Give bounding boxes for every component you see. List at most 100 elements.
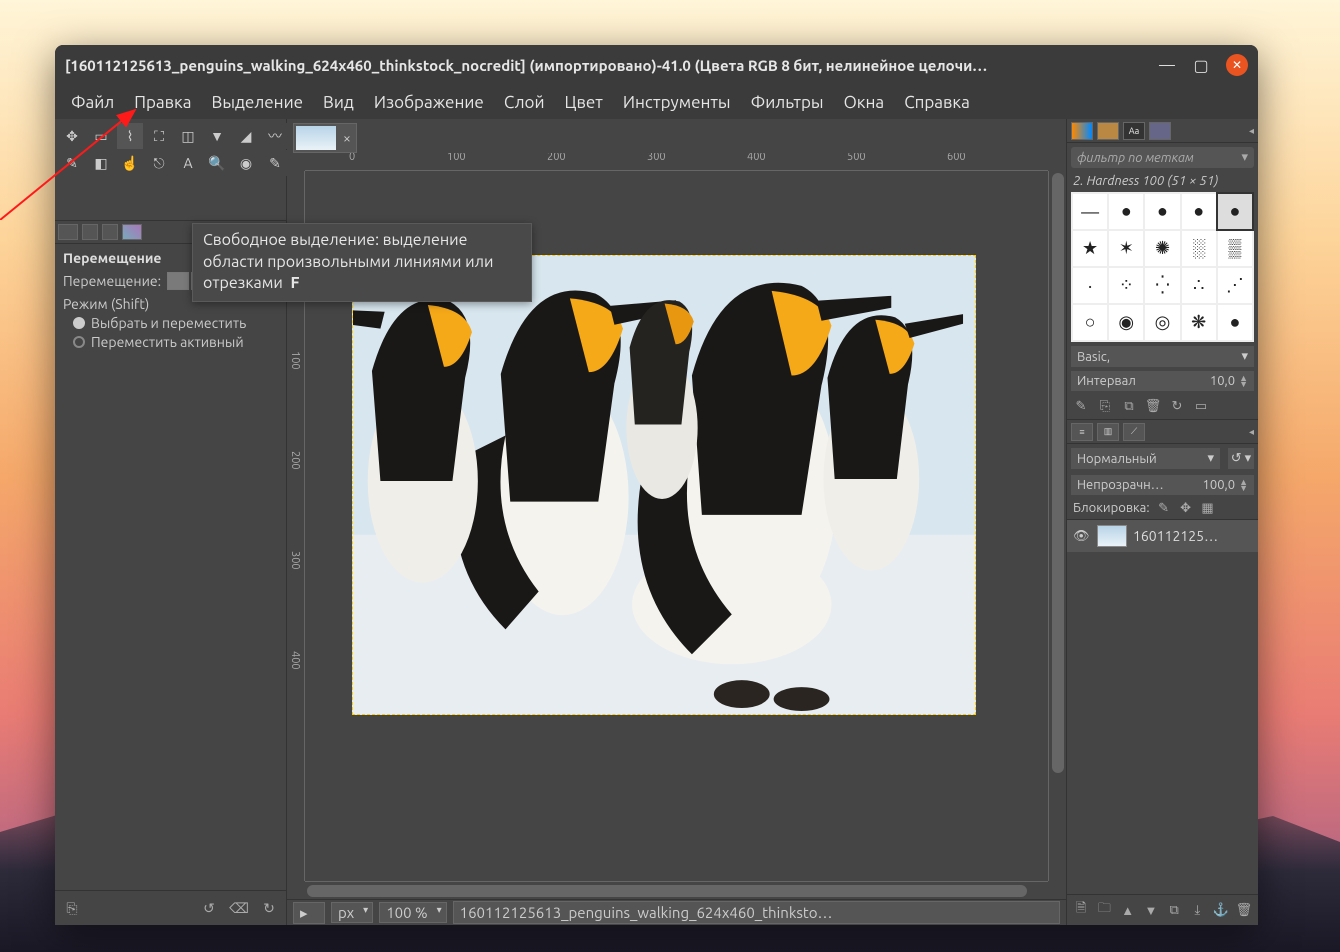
minimize-button[interactable]: — [1158,56,1176,74]
smudge-tool-icon[interactable]: ☝ [117,150,143,176]
close-tab-icon[interactable]: × [340,131,354,145]
menu-image[interactable]: Изображение [364,89,494,116]
brush-item[interactable]: ★ [1073,231,1107,266]
lock-position-icon[interactable]: ✥ [1178,501,1194,515]
brush-item[interactable]: ● [1109,194,1143,229]
menu-filters[interactable]: Фильтры [741,89,834,116]
brush-item[interactable]: · [1073,268,1107,303]
text-tool-icon[interactable]: A [175,150,201,176]
close-button[interactable]: ✕ [1226,54,1248,76]
move-tool-icon[interactable]: ✥ [59,123,85,149]
open-as-image-icon[interactable]: ▭ [1191,397,1211,415]
brush-item[interactable]: ▒ [1218,231,1252,266]
brush-filter-input[interactable]: фильтр по меткам [1071,147,1254,168]
menu-select[interactable]: Выделение [202,89,314,116]
duplicate-layer-icon[interactable]: ⧉ [1164,899,1184,921]
brush-item[interactable]: ⋰ [1218,268,1252,303]
menu-edit[interactable]: Правка [124,89,201,116]
merge-down-icon[interactable]: ⤓ [1187,899,1207,921]
layers-list[interactable]: 👁 160112125… [1067,520,1258,894]
maximize-button[interactable]: ▢ [1192,56,1210,74]
patterns-tab-icon[interactable] [1097,122,1119,140]
titlebar[interactable]: [160112125613_penguins_walking_624x460_t… [55,45,1258,85]
brush-item[interactable]: ◉ [1109,305,1143,340]
v-scroll-thumb[interactable] [1052,173,1064,773]
edit-brush-icon[interactable]: ✎ [1071,397,1091,415]
menu-color[interactable]: Цвет [555,89,613,116]
delete-brush-icon[interactable]: 🗑 [1143,397,1163,415]
transform-tool-icon[interactable]: ◫ [175,123,201,149]
undo-history-tab-icon[interactable] [82,224,98,240]
brush-spacing-field[interactable]: Интервал 10,0 ▲▼ [1071,371,1254,391]
spinner-chevrons-icon[interactable]: ▲▼ [1239,375,1248,387]
layer-row[interactable]: 👁 160112125… [1067,520,1258,552]
save-preset-icon[interactable]: ⎘ [61,897,83,919]
opacity-spinner-icon[interactable]: ▲▼ [1239,479,1248,491]
raise-layer-icon[interactable]: ▲ [1118,899,1138,921]
layer-visibility-icon[interactable]: 👁 [1073,529,1091,544]
measure-tool-icon[interactable]: ◉ [233,150,259,176]
image-canvas[interactable] [352,255,976,715]
brush-item[interactable]: ░ [1182,231,1216,266]
brush-grid[interactable]: — ● ● ● ● ★ ✶ ✺ ░ ▒ · ⁘ ⁛ ∴ ⋰ ○ ◉ ◎ ❋ ● [1071,192,1254,342]
quick-mask-toggle[interactable]: ▸ [293,902,325,924]
gradient-tool-icon[interactable]: ◢ [233,123,259,149]
brush-item[interactable]: ◎ [1145,305,1179,340]
brush-item[interactable]: ✶ [1109,231,1143,266]
document-tab[interactable]: × [293,123,357,153]
rect-select-tool-icon[interactable]: ▭ [88,123,114,149]
brush-item[interactable]: ✺ [1145,231,1179,266]
history-tab-icon[interactable] [1149,122,1171,140]
menu-view[interactable]: Вид [313,89,364,116]
brush-item[interactable]: ⁛ [1145,268,1179,303]
layers-tab-icon[interactable]: ≡ [1071,423,1093,441]
menu-windows[interactable]: Окна [834,89,895,116]
brush-item[interactable]: — [1073,194,1107,229]
brush-item[interactable]: ❋ [1182,305,1216,340]
brush-item[interactable]: ● [1218,305,1252,340]
menu-file[interactable]: Файл [61,89,124,116]
horizontal-ruler[interactable]: 0 100 200 300 400 500 600 [305,153,1048,171]
duplicate-brush-icon[interactable]: ⧉ [1119,397,1139,415]
mode-reset-button[interactable]: ↺ ▾ [1228,448,1254,469]
h-scroll-thumb[interactable] [307,885,1027,897]
channels-tab-icon[interactable]: ▥ [1097,423,1119,441]
vertical-scrollbar[interactable] [1048,171,1066,881]
paths-tab-icon[interactable]: ⟋ [1123,423,1145,441]
delete-preset-icon[interactable]: ⌫ [228,897,250,919]
crop-tool-icon[interactable]: ⛶ [146,123,172,149]
layer-opacity-field[interactable]: Непрозрачн… 100,0 ▲▼ [1071,475,1254,495]
new-layer-icon[interactable]: 🗎 [1071,899,1091,921]
brush-item[interactable]: ● [1145,194,1179,229]
path-tool-icon[interactable]: ⎋ [146,150,172,176]
brushes-tab-icon[interactable] [1071,122,1093,140]
fonts-tab-icon[interactable]: Aa [1123,122,1145,140]
color-picker-tool-icon[interactable]: ✎ [262,150,288,176]
radio-pick-layer[interactable]: Выбрать и переместить [73,315,278,331]
brush-item-selected[interactable]: ● [1218,194,1252,229]
pencil-tool-icon[interactable]: ✎ [59,150,85,176]
brush-item[interactable]: ○ [1073,305,1107,340]
zoom-dropdown[interactable]: 100 % [379,902,446,923]
brush-item[interactable]: ● [1182,194,1216,229]
zoom-tool-icon[interactable]: 🔍 [204,150,230,176]
eraser-tool-icon[interactable]: ◧ [88,150,114,176]
brush-item[interactable]: ∴ [1182,268,1216,303]
palette-tab-icon[interactable] [122,224,142,240]
lock-pixels-icon[interactable]: ✎ [1156,501,1172,515]
menu-tools[interactable]: Инструменты [613,89,741,116]
new-group-icon[interactable]: 🗀 [1094,899,1114,921]
menu-layer[interactable]: Слой [494,89,555,116]
tool-options-tab-icon[interactable] [58,224,78,240]
layers-dock-menu-icon[interactable]: ◂ [1249,426,1254,438]
restore-preset-icon[interactable]: ↺ [198,897,220,919]
bucket-tool-icon[interactable]: ▼ [204,123,230,149]
warp-tool-icon[interactable]: 〰 [262,123,288,149]
reset-preset-icon[interactable]: ↻ [258,897,280,919]
radio-move-active[interactable]: Переместить активный [73,334,278,350]
lower-layer-icon[interactable]: ▼ [1141,899,1161,921]
delete-layer-icon[interactable]: 🗑 [1234,899,1254,921]
brush-preset-dropdown[interactable]: Basic, [1071,346,1254,367]
new-brush-icon[interactable]: ⎘ [1095,397,1115,415]
dock-menu-icon[interactable]: ◂ [1249,125,1254,137]
